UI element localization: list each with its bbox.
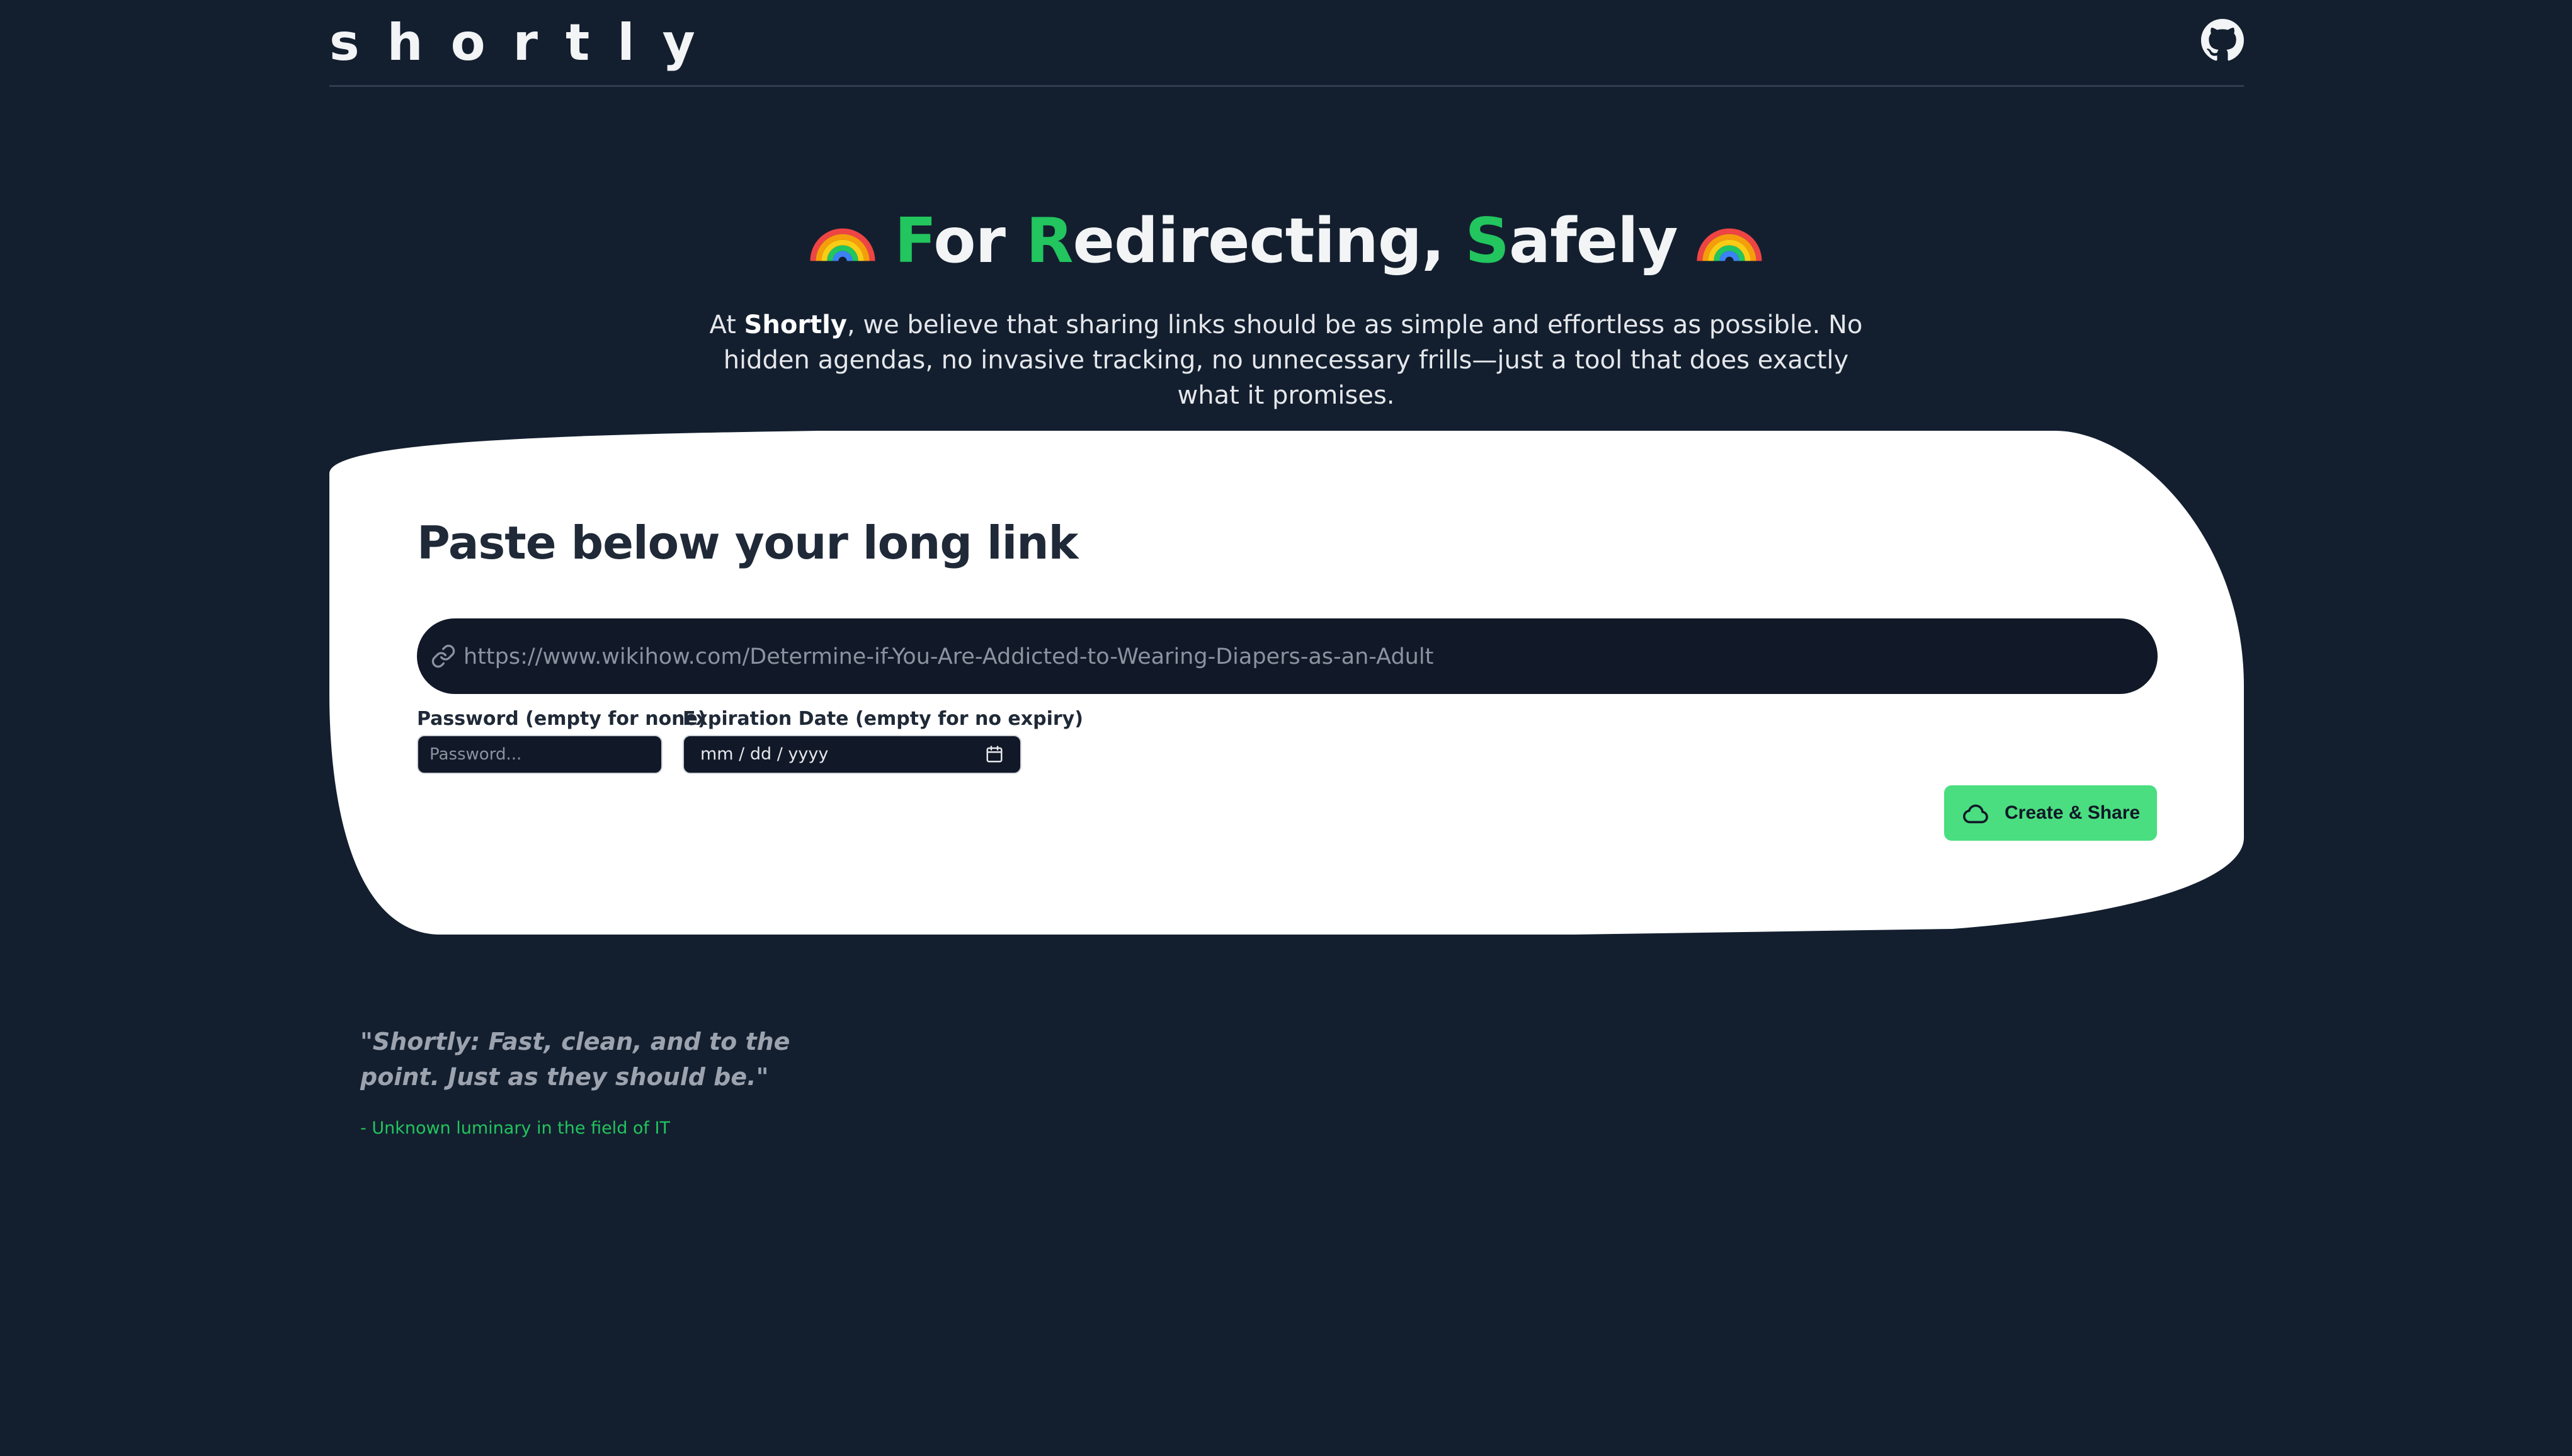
expiration-label: Expiration Date (empty for no expiry) [683, 708, 1083, 730]
create-share-button[interactable]: Create & Share [1944, 785, 2157, 841]
page: shortly For Redirecting, Safely At Short… [0, 0, 2572, 1456]
expiration-date-input[interactable]: mm / dd / yyyy [683, 735, 1021, 774]
url-input-wrapper [417, 618, 2158, 695]
calendar-icon[interactable] [985, 745, 1004, 764]
date-placeholder: mm / dd / yyyy [700, 744, 829, 764]
link-icon [431, 644, 455, 668]
card-heading: Paste below your long link [417, 516, 1078, 569]
create-share-label: Create & Share [2005, 802, 2141, 823]
quote-text: "Shortly: Fast, clean, and to the point.… [360, 1028, 790, 1091]
password-input[interactable] [417, 735, 663, 774]
cloud-icon [1963, 804, 1988, 824]
password-label: Password (empty for none) [417, 708, 707, 730]
long-url-input[interactable] [462, 618, 2140, 695]
link-card [329, 431, 2244, 935]
quote-author: - Unknown luminary in the field of IT [360, 1118, 670, 1138]
